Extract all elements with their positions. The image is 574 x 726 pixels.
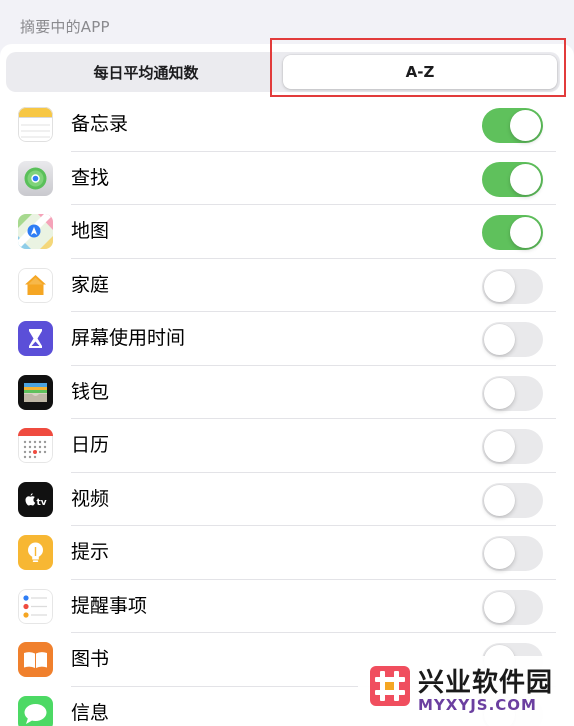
wallet-icon — [18, 374, 53, 410]
svg-text:tv: tv — [37, 498, 47, 508]
tips-icon — [18, 535, 53, 570]
notes-icon — [18, 107, 53, 142]
toggle-knob — [484, 484, 515, 516]
app-row-notes: 备忘录 — [0, 98, 574, 152]
app-row-calendar: 日历 — [0, 419, 574, 473]
watermark-logo-icon — [370, 666, 410, 706]
app-label-home: 家庭 — [71, 273, 110, 296]
app-label-books: 图书 — [71, 648, 110, 670]
app-label-wallet: 钱包 — [71, 380, 110, 403]
toggle-maps[interactable] — [482, 215, 543, 250]
toggle-notes[interactable] — [482, 108, 543, 143]
app-rows: 备忘录 查找 地图 家庭 屏幕使用时间 钱包 日历 tv 视频 提示 提醒事项 … — [0, 98, 574, 726]
app-row-tips: 提示 — [0, 526, 574, 580]
toggle-knob — [510, 110, 541, 141]
app-row-screen-time: 屏幕使用时间 — [0, 312, 574, 366]
toggle-reminders[interactable] — [482, 589, 543, 625]
find-my-icon — [18, 160, 53, 196]
watermark-url: MYXYJS.COM — [418, 696, 537, 714]
app-label-calendar: 日历 — [71, 434, 110, 456]
toggle-home[interactable] — [482, 268, 543, 304]
toggle-knob — [510, 163, 541, 195]
toggle-knob — [484, 324, 515, 355]
toggle-screen-time[interactable] — [482, 322, 543, 357]
toggle-knob — [484, 377, 515, 409]
sort-segmented-control: 每日平均通知数 A-Z — [6, 52, 560, 92]
calendar-icon — [18, 428, 53, 463]
app-row-find-my: 查找 — [0, 152, 574, 205]
toggle-knob — [484, 270, 515, 302]
app-row-maps: 地图 — [0, 205, 574, 259]
app-label-find-my: 查找 — [71, 166, 110, 189]
maps-icon — [18, 214, 53, 249]
apple-tv-icon: tv — [18, 481, 53, 517]
toggle-tips[interactable] — [482, 536, 543, 571]
home-icon — [18, 267, 53, 303]
app-label-tips: 提示 — [71, 541, 110, 563]
section-header: 摘要中的APP — [20, 18, 110, 36]
watermark-name: 兴业软件园 — [418, 668, 554, 698]
segment-a-z[interactable]: A-Z — [283, 55, 557, 89]
toggle-apple-tv[interactable] — [482, 482, 543, 518]
app-label-notes: 备忘录 — [71, 113, 129, 135]
reminders-icon — [18, 588, 53, 624]
app-row-apple-tv: tv 视频 — [0, 473, 574, 526]
app-row-wallet: 钱包 — [0, 366, 574, 419]
app-list-card: 每日平均通知数 A-Z 备忘录 查找 地图 家庭 屏幕使用时间 钱包 日历 tv… — [0, 44, 574, 726]
site-watermark: 兴业软件园 MYXYJS.COM — [358, 656, 574, 726]
app-row-home: 家庭 — [0, 259, 574, 312]
app-row-reminders: 提醒事项 — [0, 580, 574, 633]
toggle-knob — [484, 431, 515, 462]
toggle-knob — [484, 591, 515, 623]
toggle-wallet[interactable] — [482, 375, 543, 411]
toggle-calendar[interactable] — [482, 429, 543, 464]
app-label-reminders: 提醒事项 — [71, 594, 148, 617]
books-icon — [18, 642, 53, 677]
app-label-screen-time: 屏幕使用时间 — [71, 327, 186, 349]
segment-daily-average[interactable]: 每日平均通知数 — [9, 55, 283, 89]
screen-time-icon — [18, 321, 53, 356]
messages-icon — [18, 695, 53, 726]
toggle-find-my[interactable] — [482, 161, 543, 197]
app-label-apple-tv: 视频 — [71, 487, 110, 510]
toggle-knob — [484, 538, 515, 569]
app-label-maps: 地图 — [71, 220, 110, 242]
toggle-knob — [510, 217, 541, 248]
app-label-messages: 信息 — [71, 701, 110, 724]
